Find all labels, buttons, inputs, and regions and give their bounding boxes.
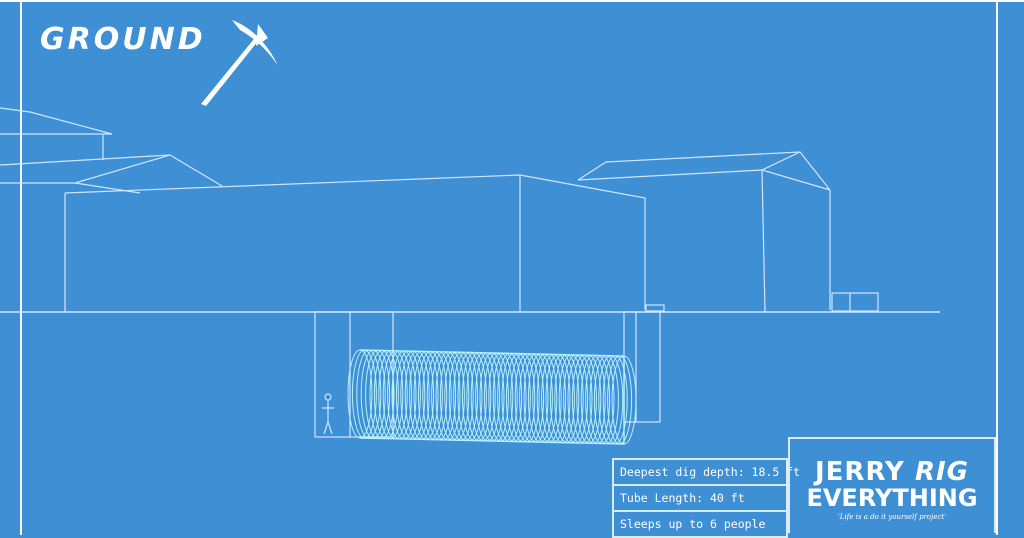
exit-shaft-right	[623, 311, 661, 423]
brand-tagline: 'Life is a do it yourself project'	[837, 513, 947, 521]
building-left-roof	[0, 107, 113, 135]
stat-tube-length: Tube Length: 40 ft	[614, 486, 786, 512]
logo-text: GROUND	[40, 22, 206, 57]
brand-line-1: JERRY RIG	[790, 459, 994, 485]
building-main	[64, 174, 646, 310]
buildings	[0, 107, 940, 438]
tunnel-stats-panel: Deepest dig depth: 18.5 ft Tube Length: …	[612, 458, 800, 538]
pickaxe-x-icon	[201, 20, 278, 106]
stat-sleeps: Sleeps up to 6 people	[620, 517, 766, 531]
tube-shelter	[347, 349, 637, 445]
building-right	[577, 151, 831, 191]
human-figure-icon	[322, 393, 334, 435]
brand-word-jerry: JERRY	[815, 457, 905, 487]
stat-deepest-depth: Deepest dig depth: 18.5 ft	[614, 460, 800, 486]
jerryrig-everything-logo: JERRY RIG EVERYTHING 'Life is a do it yo…	[788, 437, 996, 533]
brand-line-2: EVERYTHING	[806, 484, 978, 512]
brand-word-rig: RIG	[914, 457, 969, 487]
ground-x-logo: GROUND	[40, 22, 206, 57]
